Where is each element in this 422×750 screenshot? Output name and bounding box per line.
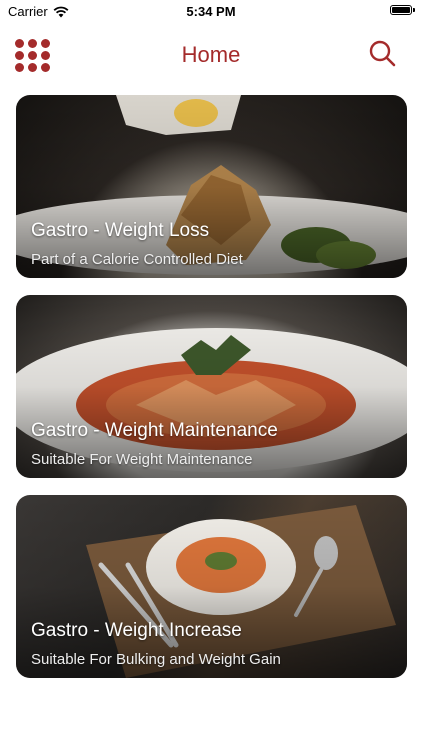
search-icon[interactable] [368, 39, 396, 69]
nav-bar: Home [0, 22, 422, 88]
card-title: Gastro - Weight Maintenance [31, 420, 278, 441]
battery-icon [390, 5, 415, 15]
card-subtitle: Suitable For Weight Maintenance [31, 451, 253, 468]
status-time: 5:34 PM [186, 4, 236, 19]
card-subtitle: Part of a Calorie Controlled Diet [31, 251, 243, 268]
card-weight-loss[interactable]: Gastro - Weight Loss Part of a Calorie C… [16, 95, 407, 278]
page-title: Home [181, 42, 241, 67]
card-title: Gastro - Weight Loss [31, 220, 210, 241]
card-subtitle: Suitable For Bulking and Weight Gain [31, 651, 281, 668]
status-bar: Carrier 5:34 PM [0, 0, 422, 22]
card-title: Gastro - Weight Increase [31, 620, 242, 641]
card-weight-maintenance[interactable]: Gastro - Weight Maintenance Suitable For… [16, 295, 407, 478]
card-weight-increase[interactable]: Gastro - Weight Increase Suitable For Bu… [16, 495, 407, 678]
card-list: Gastro - Weight Loss Part of a Calorie C… [16, 95, 407, 695]
